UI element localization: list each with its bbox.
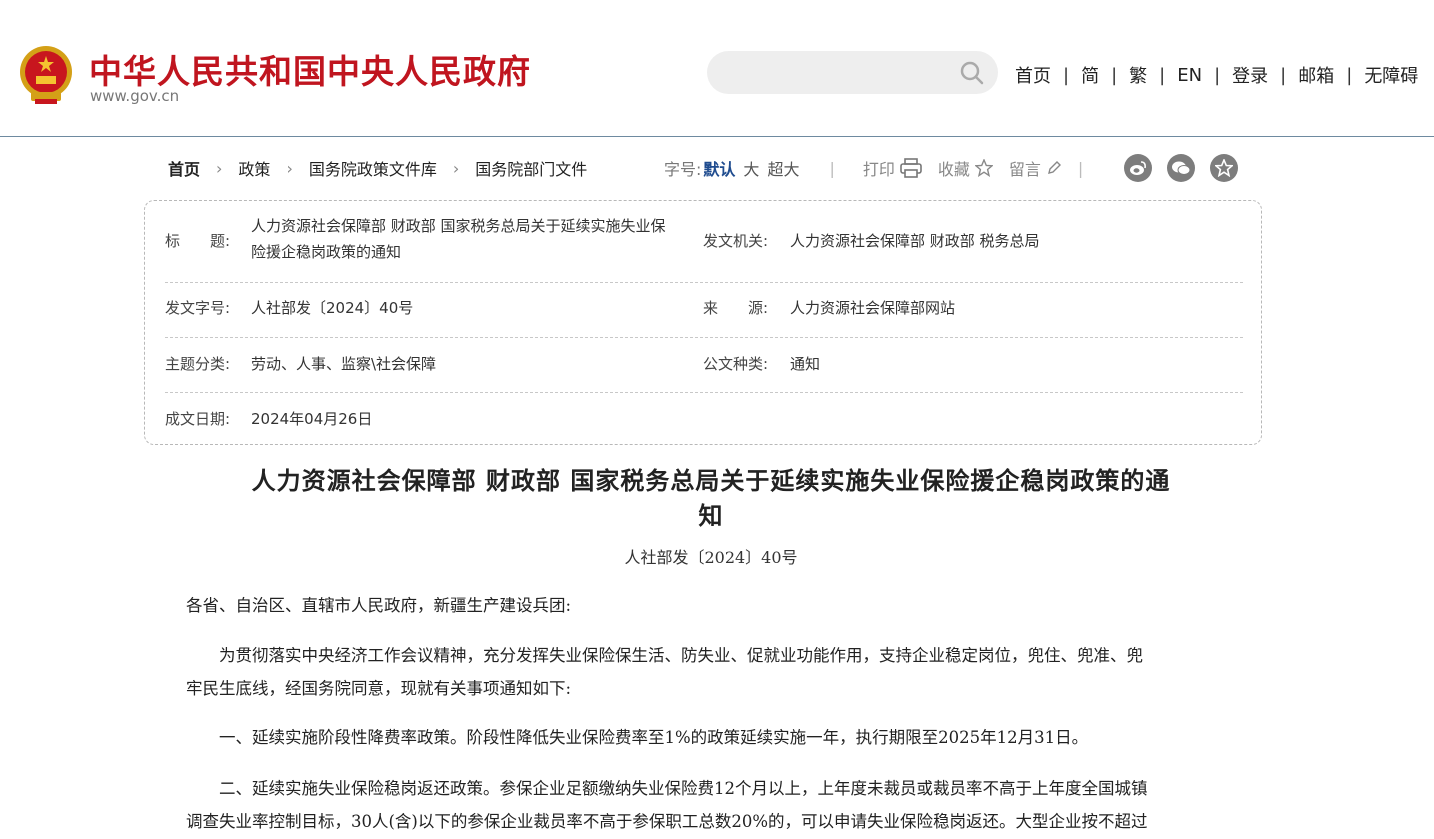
breadcrumb-policy[interactable]: 政策 <box>238 156 270 180</box>
meta-title-value-line2: 险援企稳岗政策的通知 <box>251 243 402 261</box>
meta-date-value: 2024年04月26日 <box>251 410 373 428</box>
article-title-line1: 人力资源社会保障部 财政部 国家税务总局关于延续实施失业保险援企稳岗政策的通 <box>251 466 1171 495</box>
star-icon <box>1215 159 1233 177</box>
tools-divider: | <box>829 158 835 178</box>
nav-divider: | <box>1159 64 1166 86</box>
meta-source-value: 人力资源社会保障部网站 <box>790 299 956 317</box>
nav-traditional[interactable]: 繁 <box>1129 62 1147 88</box>
meta-issuer-label: 发文机关: <box>703 232 769 250</box>
nav-home[interactable]: 首页 <box>1015 62 1051 88</box>
weibo-icon <box>1130 161 1146 175</box>
meta-row: 标 题: 人力资源社会保障部 财政部 国家税务总局关于延续实施失业保 险援企稳岗… <box>165 201 1243 283</box>
article-tools: 字号: 默认 大 超大 | 打印 收藏 留言 | <box>664 156 1083 180</box>
breadcrumb-department-docs[interactable]: 国务院部门文件 <box>475 156 587 180</box>
nav-english[interactable]: EN <box>1177 65 1202 86</box>
document-metadata: 标 题: 人力资源社会保障部 财政部 国家税务总局关于延续实施失业保 险援企稳岗… <box>144 200 1262 445</box>
meta-date-label: 成文日期: <box>165 410 231 428</box>
chevron-right-icon: › <box>452 158 460 178</box>
favorite-button[interactable]: 收藏 <box>938 156 993 180</box>
nav-mail[interactable]: 邮箱 <box>1298 62 1334 88</box>
meta-topic-value: 劳动、人事、监察\社会保障 <box>251 355 437 373</box>
meta-issuer-value: 人力资源社会保障部 财政部 税务总局 <box>790 232 1040 250</box>
site-header: 中华人民共和国中央人民政府 www.gov.cn 首页 | 简 | 繁 | EN… <box>0 0 1434 137</box>
nav-login[interactable]: 登录 <box>1232 62 1268 88</box>
meta-type-label: 公文种类: <box>703 355 769 373</box>
top-nav: 首页 | 简 | 繁 | EN | 登录 | 邮箱 | 无障碍 <box>1015 62 1418 88</box>
wechat-share-button[interactable] <box>1167 154 1195 182</box>
printer-icon <box>900 158 922 178</box>
article-paragraph-3-line1: 二、延续实施失业保险稳岗返还政策。参保企业足额缴纳失业保险费12个月以上，上年度… <box>186 779 1148 798</box>
meta-topic-label: 主题分类: <box>165 355 231 373</box>
article-doc-number: 人社部发〔2024〕40号 <box>624 548 798 567</box>
article-salutation: 各省、自治区、直辖市人民政府，新疆生产建设兵团: <box>186 596 572 615</box>
weibo-share-button[interactable] <box>1124 154 1152 182</box>
article-paragraph-1-line1: 为贯彻落实中央经济工作会议精神，充分发挥失业保险保生活、防失业、促就业功能作用，… <box>186 646 1143 665</box>
article-paragraph-3-line2: 调查失业率控制目标，30人(含)以下的参保企业裁员率不高于参保职工总数20%的，… <box>186 812 1148 831</box>
search-input[interactable] <box>707 51 998 94</box>
search-icon[interactable] <box>960 61 984 85</box>
article-title-line2: 知 <box>698 501 724 530</box>
pencil-icon <box>1047 161 1061 174</box>
meta-source-label: 来 源: <box>703 299 769 317</box>
article-title: 人力资源社会保障部 财政部 国家税务总局关于延续实施失业保险援企稳岗政策的通 知 <box>186 463 1236 533</box>
meta-type-value: 通知 <box>790 355 821 373</box>
font-size-default[interactable]: 默认 <box>703 156 735 180</box>
chevron-right-icon: › <box>216 158 223 178</box>
breadcrumb: 首页 › 政策 › 国务院政策文件库 › 国务院部门文件 <box>168 156 587 180</box>
breadcrumb-policy-library[interactable]: 国务院政策文件库 <box>309 156 437 180</box>
meta-row: 主题分类: 劳动、人事、监察\社会保障 公文种类: 通知 <box>165 337 1243 393</box>
nav-divider: | <box>1280 64 1287 86</box>
comment-label: 留言 <box>1008 160 1041 179</box>
favorite-share-button[interactable] <box>1210 154 1238 182</box>
nav-divider: | <box>1063 64 1070 86</box>
favorite-label: 收藏 <box>937 160 970 179</box>
font-size-label: 字号: <box>664 160 702 179</box>
breadcrumb-home[interactable]: 首页 <box>168 156 200 180</box>
nav-simplified[interactable]: 简 <box>1081 62 1099 88</box>
star-icon <box>974 159 993 177</box>
tools-divider: | <box>1077 158 1084 178</box>
article-paragraph-2: 一、延续实施阶段性降费率政策。阶段性降低失业保险费率至1%的政策延续实施一年，执… <box>186 728 1089 747</box>
meta-docno-label: 发文字号: <box>165 299 231 317</box>
nav-accessibility[interactable]: 无障碍 <box>1364 62 1418 88</box>
font-size-xlarge[interactable]: 超大 <box>767 156 799 180</box>
meta-row: 成文日期: 2024年04月26日 <box>165 392 1243 444</box>
site-title[interactable]: 中华人民共和国中央人民政府 <box>89 45 531 93</box>
font-size-large[interactable]: 大 <box>743 156 759 180</box>
nav-divider: | <box>1214 64 1221 86</box>
meta-title-label: 标 题: <box>165 232 231 250</box>
site-url[interactable]: www.gov.cn <box>90 87 179 105</box>
national-emblem-icon[interactable] <box>17 44 75 106</box>
meta-row: 发文字号: 人社部发〔2024〕40号 来 源: 人力资源社会保障部网站 <box>165 282 1243 338</box>
print-label: 打印 <box>862 160 895 179</box>
nav-divider: | <box>1111 64 1118 86</box>
article-paragraph-1-line2: 牢民生底线，经国务院同意，现就有关事项通知如下: <box>186 679 572 698</box>
comment-button[interactable]: 留言 <box>1009 156 1062 180</box>
meta-docno-value: 人社部发〔2024〕40号 <box>251 299 414 317</box>
nav-divider: | <box>1346 64 1353 86</box>
print-button[interactable]: 打印 <box>863 156 922 180</box>
meta-title-value-line1: 人力资源社会保障部 财政部 国家税务总局关于延续实施失业保 <box>251 217 666 235</box>
wechat-icon <box>1172 161 1191 175</box>
chevron-right-icon: › <box>286 158 293 178</box>
